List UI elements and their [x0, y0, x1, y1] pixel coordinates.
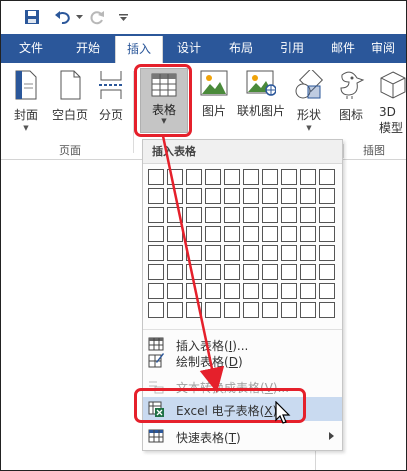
mouse-cursor-icon	[275, 401, 291, 424]
annotation-arrow	[161, 135, 225, 393]
word-window: 文件 开始 插入 设计 布局 引用 邮件 审阅 封面 ▼ 空白页 分页 页面 表…	[0, 0, 407, 471]
